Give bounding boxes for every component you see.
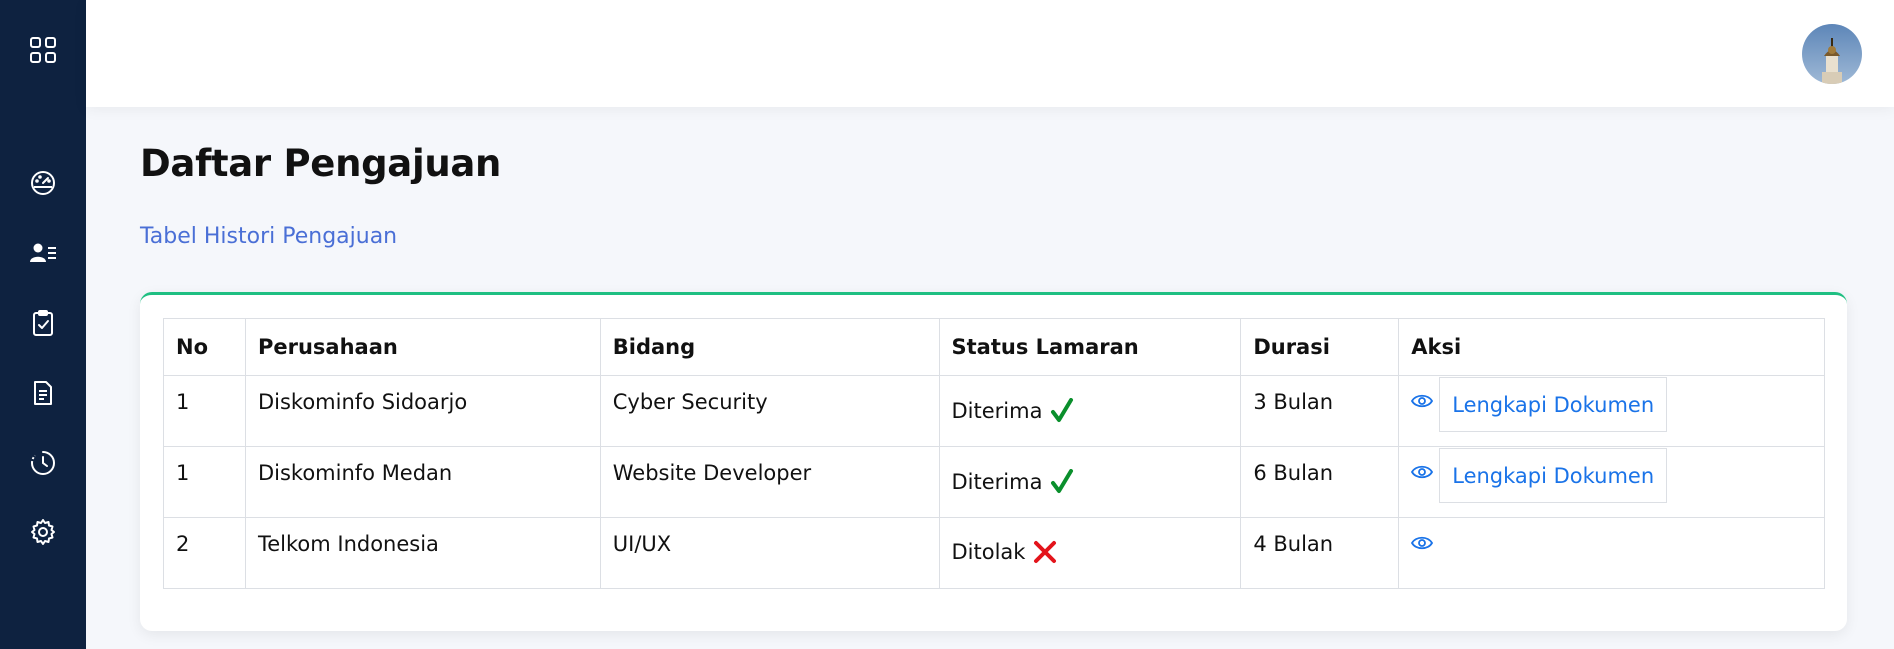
check-icon [1051,469,1074,493]
view-eye-icon[interactable] [1411,461,1434,485]
header-status: Status Lamaran [938,318,1242,376]
table-row: 1 Diskominfo Sidoarjo Cyber Security Dit… [163,375,1825,447]
cell-status: Ditolak [938,517,1242,589]
cell-bidang: Cyber Security [599,375,940,447]
view-eye-icon[interactable] [1411,390,1434,414]
page-title: Daftar Pengajuan [140,142,502,185]
check-icon [1051,398,1074,422]
cell-no: 2 [163,517,246,589]
history-clock-icon[interactable] [0,441,86,485]
header-durasi: Durasi [1240,318,1400,376]
table-row: 2 Telkom Indonesia UI/UX Ditolak 4 Bulan [163,517,1825,589]
cell-no: 1 [163,375,246,447]
cross-icon [1034,541,1057,563]
header-aksi: Aksi [1398,318,1825,376]
status-text: Diterima [951,470,1043,494]
header-perusahaan: Perusahaan [244,318,601,376]
status-text: Diterima [951,399,1043,423]
cell-no: 1 [163,446,246,518]
complete-documents-button[interactable]: Lengkapi Dokumen [1439,377,1668,432]
table-row: 1 Diskominfo Medan Website Developer Dit… [163,446,1825,518]
cell-durasi: 6 Bulan [1240,446,1400,518]
cell-perusahaan: Diskominfo Medan [244,446,601,518]
dashboard-gauge-icon[interactable] [0,161,86,205]
history-table: No Perusahaan Bidang Status Lamaran Dura… [163,318,1825,589]
cell-aksi: Lengkapi Dokumen [1398,375,1825,447]
cell-aksi: Lengkapi Dokumen [1398,446,1825,518]
gear-icon[interactable] [0,510,86,554]
history-card: No Perusahaan Bidang Status Lamaran Dura… [140,292,1847,631]
cell-status: Diterima [938,375,1242,447]
header-bidang: Bidang [599,318,940,376]
cell-durasi: 4 Bulan [1240,517,1400,589]
cell-perusahaan: Telkom Indonesia [244,517,601,589]
cell-bidang: UI/UX [599,517,940,589]
cell-status: Diterima [938,446,1242,518]
top-bar [86,0,1894,107]
users-list-icon[interactable] [0,231,86,275]
cell-perusahaan: Diskominfo Sidoarjo [244,375,601,447]
avatar[interactable] [1802,24,1862,84]
page-subtitle: Tabel Histori Pengajuan [140,224,398,249]
table-header-row: No Perusahaan Bidang Status Lamaran Dura… [163,318,1825,376]
document-icon[interactable] [0,371,86,415]
cell-bidang: Website Developer [599,446,940,518]
cell-durasi: 3 Bulan [1240,375,1400,447]
grid-icon[interactable] [0,28,86,72]
header-no: No [163,318,246,376]
status-text: Ditolak [951,540,1026,564]
cell-aksi [1398,517,1825,589]
clipboard-check-icon[interactable] [0,301,86,345]
sidebar [0,0,86,649]
complete-documents-button[interactable]: Lengkapi Dokumen [1439,448,1668,503]
view-eye-icon[interactable] [1411,532,1434,556]
